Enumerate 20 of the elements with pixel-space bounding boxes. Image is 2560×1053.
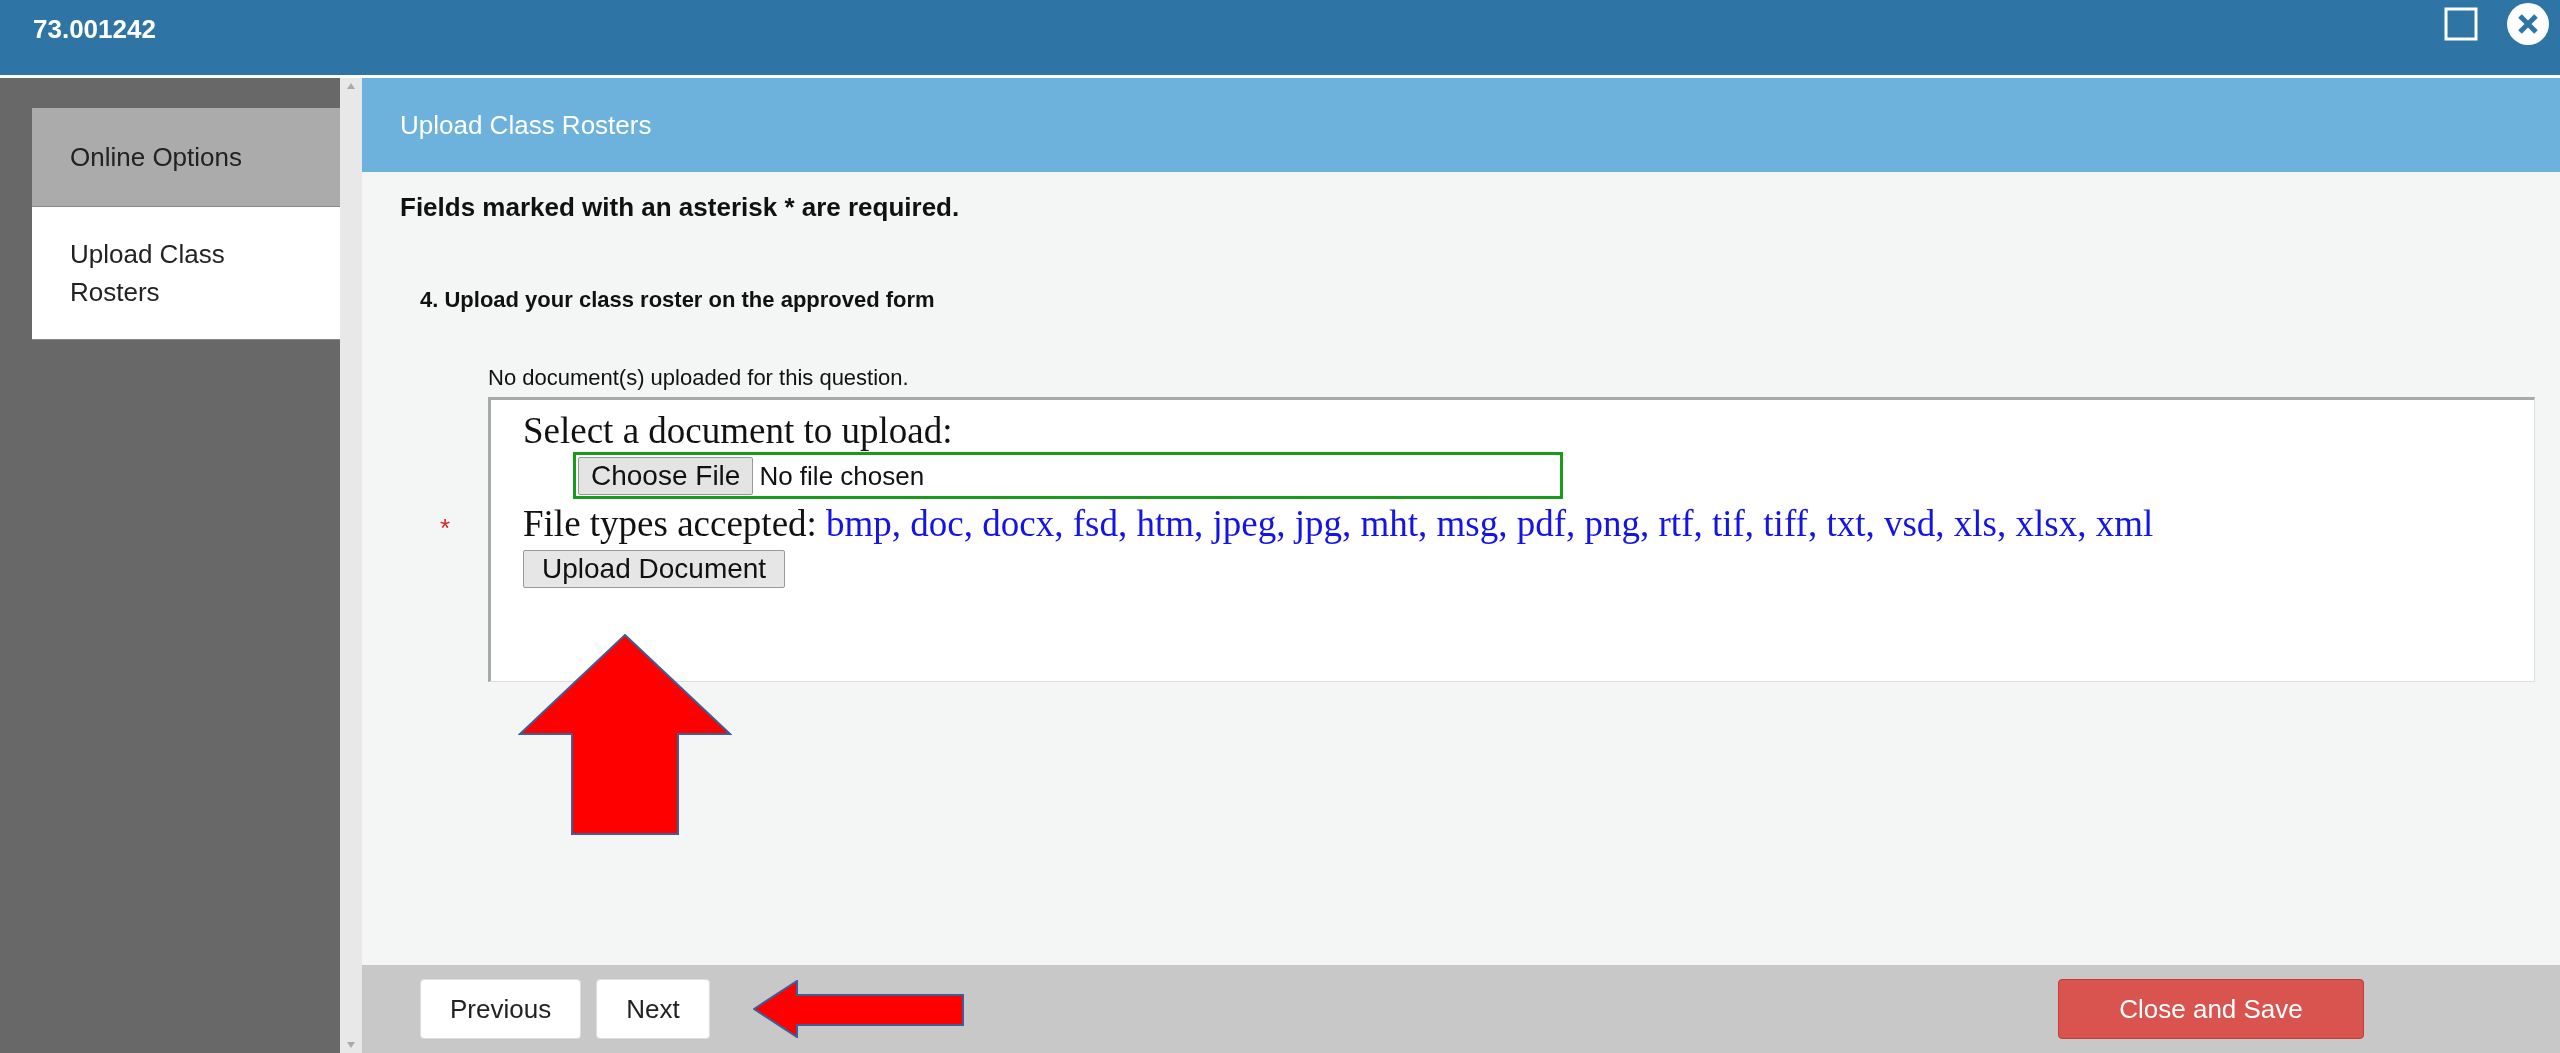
sidebar-item[interactable]: Upload Class Rosters [32,207,340,340]
accepted-types: bmp, doc, docx, fsd, htm, jpeg, jpg, mht, msg, pdf, png, rtf, tif, tiff, txt, vsd, xls, xlsx, xml [826,503,2154,544]
nav-button[interactable]: Next [596,979,710,1039]
required-note: Fields marked with an asterisk * are required. [400,192,961,223]
close-and-save-button[interactable]: Close and Save [2058,979,2364,1039]
maximize-icon[interactable] [2444,7,2478,41]
section-header: Upload Class Rosters [362,78,2560,172]
question-title: 4. Upload your class roster on the approved form [420,287,936,313]
file-input[interactable]: Choose File No file chosen [573,452,1563,499]
arrow-icon [518,634,732,836]
required-mark: * [439,513,451,544]
window-title: 73.001242 [33,14,156,45]
upload-prompt: Select a document to upload: [523,410,953,451]
accepted-label: File types accepted: [523,503,817,544]
arrow-icon [752,980,965,1038]
sidebar-item[interactable]: Online Options [32,108,340,207]
close-icon[interactable] [2506,2,2550,46]
nav-button[interactable]: Previous [420,979,582,1039]
upload-status: No document(s) uploaded for this question. [488,365,910,391]
upload-document-button[interactable]: Upload Document [523,550,786,588]
